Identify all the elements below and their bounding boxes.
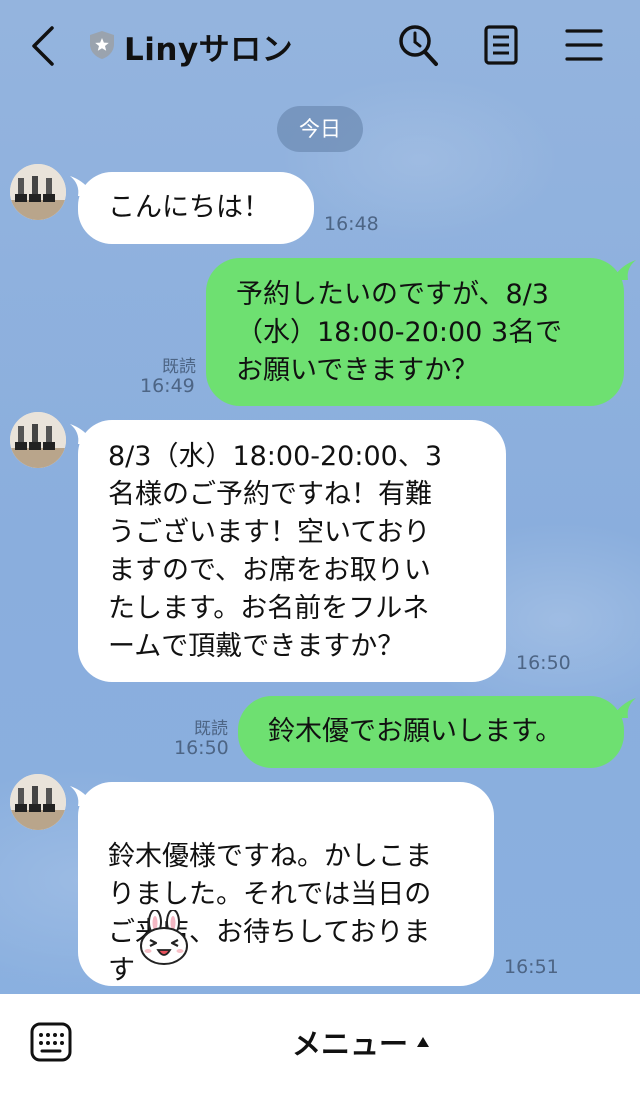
chat-title: Linyサロン (124, 32, 294, 68)
message-bubble: こんにちは！ (78, 172, 314, 244)
back-button[interactable] (24, 22, 64, 70)
menu-button[interactable] (562, 22, 606, 68)
message-bubble: 8/3（水）18:00-20:00、3 名様のご予約ですね！有難 うございます！… (78, 420, 506, 682)
shield-star-icon (88, 30, 116, 60)
menu-label: メニュー (292, 1027, 409, 1061)
search-icon (399, 25, 438, 66)
notes-button[interactable] (480, 22, 524, 68)
bottom-bar: メニュー (0, 994, 640, 1096)
message-time: 16:50 (516, 652, 571, 674)
back-arrow-icon (32, 26, 54, 66)
message-bubble: 鈴木優でお願いします。 (238, 696, 624, 768)
message-bubble: 鈴木優様ですね。かしこま りました。それでは当日の ご来店、お待ちしておりま す (78, 782, 494, 986)
bubble-tail (616, 260, 636, 280)
triangle-up-icon (417, 1037, 430, 1047)
search-button[interactable] (396, 22, 440, 68)
read-receipt: 既読 (162, 357, 196, 377)
date-separator: 今日 (277, 106, 363, 152)
keyboard-icon (30, 1022, 72, 1062)
message-time: 16:48 (324, 213, 379, 235)
avatar[interactable] (10, 412, 66, 468)
message-time: 16:50 (174, 737, 229, 759)
avatar[interactable] (10, 164, 66, 220)
rabbit-emoji-icon (140, 910, 188, 965)
message-time: 16:51 (504, 956, 559, 978)
chat-header: Linyサロン (0, 0, 640, 92)
bubble-tail (616, 698, 636, 718)
keyboard-button[interactable] (30, 1022, 72, 1062)
avatar[interactable] (10, 774, 66, 830)
message-bubble: 予約したいのですが、8/3 （水）18:00-20:00 3名で お願いできます… (206, 258, 624, 406)
notes-icon (484, 25, 518, 65)
read-receipt: 既読 (194, 719, 228, 739)
rich-menu-toggle[interactable]: メニュー (292, 1022, 430, 1062)
hamburger-menu-icon (565, 29, 603, 61)
message-time: 16:49 (140, 375, 195, 397)
